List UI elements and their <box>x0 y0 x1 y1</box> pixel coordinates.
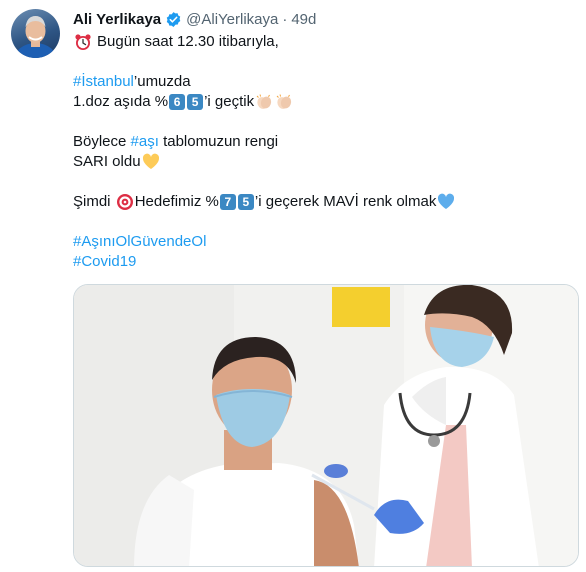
keycap-six-icon: 6 <box>169 94 186 110</box>
keycap-five-icon: 5 <box>237 194 254 210</box>
tweet-header: Ali Yerlikaya @AliYerlikaya · 49d <box>73 9 316 29</box>
tweet-line: Bugün saat 12.30 itibarıyla, <box>73 32 573 52</box>
blue-heart-icon <box>437 193 455 211</box>
keycap-five-icon: 5 <box>187 94 204 110</box>
hashtag-istanbul[interactable]: #İstanbul <box>73 72 134 92</box>
tweet-text-line6b: Hedefimiz % <box>134 193 219 210</box>
tweet-text-line5: SARI oldu <box>73 153 141 170</box>
hashtag-asi[interactable]: #aşı <box>131 132 159 152</box>
direct-hit-icon <box>116 193 134 211</box>
tweet-text-line2: ’umuzda <box>133 73 191 90</box>
yellow-heart-icon <box>142 153 160 171</box>
vaccination-photo <box>74 285 578 566</box>
tweet-line: #İstanbul ’umuzda <box>73 72 573 92</box>
author-name[interactable]: Ali Yerlikaya <box>73 11 161 28</box>
tweet-timestamp[interactable]: 49d <box>291 11 316 28</box>
clapping-hands-icon <box>255 93 273 111</box>
tweet-text-line3b: ’i geçtik <box>204 93 255 110</box>
tweet-line: 1.doz aşıda % 6 5 ’i geçtik <box>73 92 573 112</box>
tweet-line: #Covid19 <box>73 252 573 272</box>
tweet-line: SARI oldu <box>73 152 573 172</box>
tweet-text-line4b: tablomuzun rengi <box>158 133 279 150</box>
tweet-text: Bugün saat 12.30 itibarıyla, #İstanbul ’… <box>73 32 573 272</box>
alarm-clock-icon <box>74 33 92 51</box>
verified-badge-icon <box>165 11 182 28</box>
tweet-photo[interactable] <box>73 284 579 567</box>
tweet-text-line3a: 1.doz aşıda % <box>73 93 169 110</box>
tweet-text-line4a: Böylece <box>73 133 131 150</box>
author-handle[interactable]: @AliYerlikaya <box>186 11 278 28</box>
keycap-seven-icon: 7 <box>219 194 236 210</box>
clapping-hands-icon <box>275 93 293 111</box>
tweet-line: Şimdi Hedefimiz % 7 5 ’i geçerek MAVİ re… <box>73 192 573 212</box>
separator-dot: · <box>282 10 288 28</box>
tweet-text-line6c: ’i geçerek MAVİ renk olmak <box>254 193 437 210</box>
tweet-line: #AşınıOlGüvendeOl <box>73 232 573 252</box>
tweet-text-line6a: Şimdi <box>73 193 115 210</box>
hashtag-covid19[interactable]: #Covid19 <box>73 252 136 272</box>
hashtag-asiniolguvendeol[interactable]: #AşınıOlGüvendeOl <box>73 232 206 252</box>
avatar[interactable] <box>11 9 60 58</box>
tweet[interactable]: Ali Yerlikaya @AliYerlikaya · 49d Bugün … <box>0 0 586 572</box>
tweet-line: Böylece #aşı tablomuzun rengi <box>73 132 573 152</box>
tweet-text-line1: Bugün saat 12.30 itibarıyla, <box>97 33 279 50</box>
